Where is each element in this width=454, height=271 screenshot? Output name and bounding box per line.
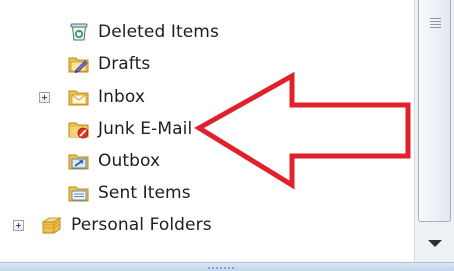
folder-item-junk-e-mail[interactable]: Junk E-Mail [68, 115, 192, 143]
junk-folder-icon [68, 118, 90, 140]
personal-folders-icon [41, 214, 63, 236]
sent-folder-icon [68, 182, 90, 204]
folder-label: Junk E-Mail [98, 119, 193, 139]
outbox-folder-icon [68, 150, 90, 172]
inbox-folder-icon [68, 86, 90, 108]
arrow-down-icon [427, 239, 442, 247]
scrollbar-grip-icon [430, 18, 441, 28]
pane-splitter[interactable] [0, 262, 454, 271]
folder-label: Drafts [98, 54, 151, 74]
folder-item-drafts[interactable]: Drafts [68, 50, 150, 78]
folder-label: Outbox [98, 151, 161, 171]
folder-item-inbox[interactable]: Inbox [68, 83, 145, 111]
recycle-bin-icon [68, 21, 90, 43]
scrollbar-thumb[interactable] [418, 0, 451, 222]
folder-tree: Deleted Items Drafts Inbox Junk E-Mail O… [0, 0, 414, 262]
scroll-down-button[interactable] [418, 228, 451, 258]
folder-item-deleted-items[interactable]: Deleted Items [68, 18, 219, 46]
folder-item-sent-items[interactable]: Sent Items [68, 179, 191, 207]
folder-item-personal-folders[interactable]: Personal Folders [41, 211, 212, 239]
folder-label: Sent Items [98, 183, 191, 203]
drafts-folder-icon [68, 53, 90, 75]
expand-personal-folders-icon[interactable] [13, 220, 24, 231]
vertical-scrollbar[interactable] [414, 0, 454, 262]
folder-label: Inbox [98, 87, 146, 107]
expand-inbox-icon[interactable] [39, 92, 50, 103]
splitter-grip-icon [207, 267, 235, 269]
folder-label: Personal Folders [71, 215, 212, 235]
folder-label: Deleted Items [98, 22, 219, 42]
folder-item-outbox[interactable]: Outbox [68, 147, 160, 175]
